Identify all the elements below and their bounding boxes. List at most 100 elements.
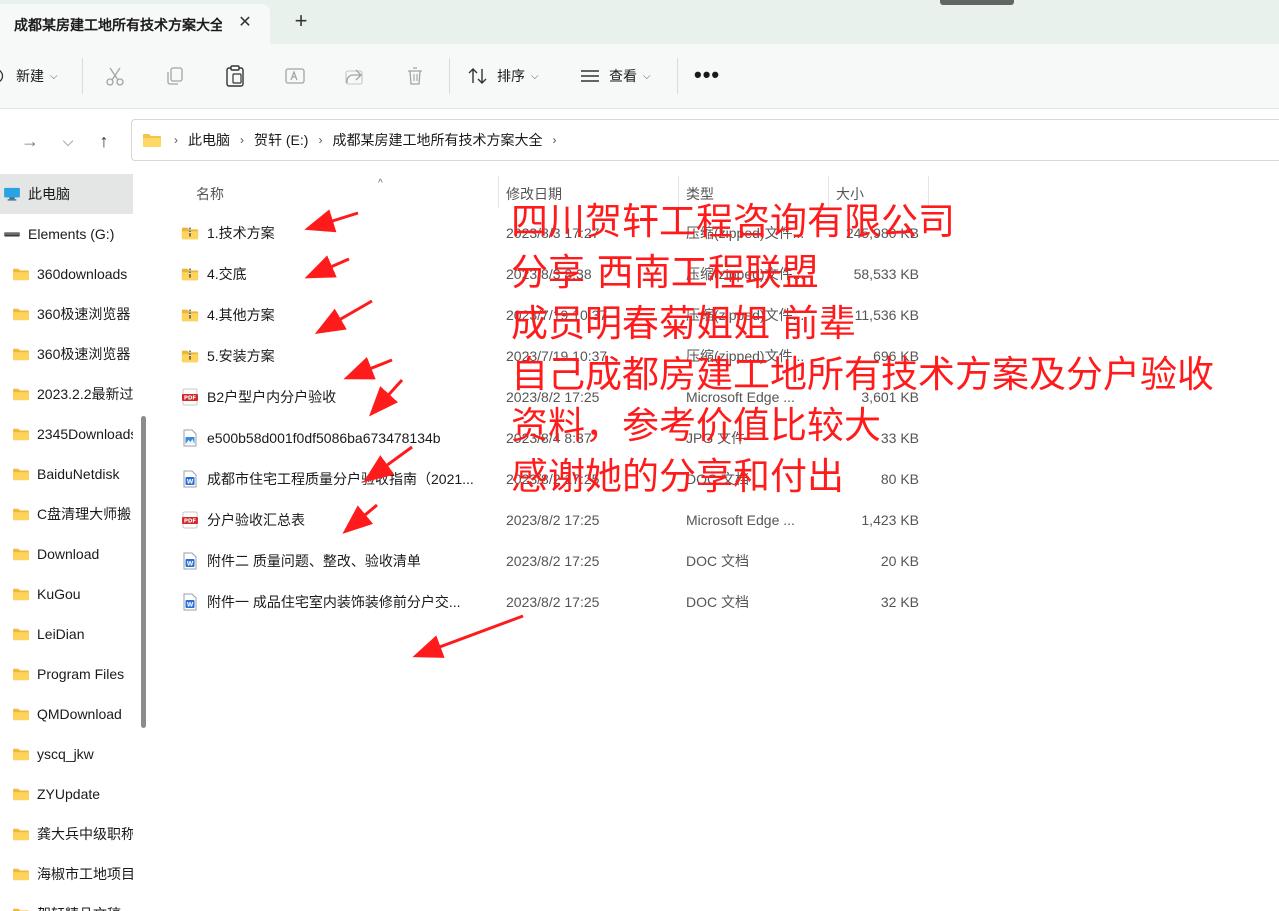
file-row[interactable]: W 附件二 质量问题、整改、验收清单 2023/8/2 17:25 DOC 文档 20 … xyxy=(155,540,1279,581)
new-tab-icon[interactable]: + xyxy=(290,10,312,32)
folder-icon xyxy=(13,268,29,281)
sidebar-item-label: 贺轩精品文稿 xyxy=(37,904,121,911)
divider xyxy=(677,58,678,94)
sort-button[interactable]: 排序 ⌵ xyxy=(467,65,539,87)
paste-button[interactable] xyxy=(224,64,246,88)
new-button[interactable]: 新建 ⌵ xyxy=(0,66,58,86)
file-row[interactable]: 5.安装方案 2023/7/19 10:37 压缩(zipped)文件... 696 … xyxy=(155,335,1279,376)
svg-text:W: W xyxy=(187,560,194,567)
sidebar-item-label: ZYUpdate xyxy=(37,786,101,802)
pdf-icon: PDF xyxy=(182,388,198,405)
sidebar-item[interactable]: 龚大兵中级职称 xyxy=(0,814,133,854)
file-name: 4.交底 xyxy=(207,265,247,282)
file-name-cell[interactable]: 5.安装方案 xyxy=(181,335,493,376)
sidebar-item-label: 360极速浏览器 xyxy=(37,346,131,362)
file-name-cell[interactable]: 4.交底 xyxy=(181,253,493,294)
cut-button[interactable] xyxy=(104,65,126,87)
folder-icon xyxy=(13,668,29,681)
file-date: 2023/8/2 17:25 xyxy=(506,470,600,487)
sidebar-scrollbar-thumb[interactable] xyxy=(141,416,146,728)
column-divider[interactable] xyxy=(498,176,499,208)
file-name-cell[interactable]: PDF B2户型户内分户验收 xyxy=(181,376,493,417)
file-row[interactable]: W 成都市住宅工程质量分户验收指南（2021... 2023/8/2 17:25 DO… xyxy=(155,458,1279,499)
file-size: 245,980 KB xyxy=(845,224,919,241)
sidebar-item[interactable]: BaiduNetdisk xyxy=(0,454,133,494)
column-header-size[interactable]: 大小 xyxy=(836,180,926,208)
view-button[interactable]: 查看 ⌵ xyxy=(579,65,651,87)
breadcrumb-this-pc[interactable]: 此电脑 xyxy=(188,130,230,150)
breadcrumb-drive-e[interactable]: 贺轩 (E:) xyxy=(254,130,308,150)
file-row[interactable]: 4.其他方案 2023/7/19 10:37 压缩(zipped)文件... 11,5… xyxy=(155,294,1279,335)
sidebar-item[interactable]: 2023.2.2最新过 xyxy=(0,374,133,414)
sidebar-item[interactable]: C盘清理大师搬 xyxy=(0,494,133,534)
recent-locations-chevron-icon[interactable]: ⌵ xyxy=(57,130,79,152)
column-header-name[interactable]: 名称 ^ xyxy=(196,178,496,208)
file-row[interactable]: 1.技术方案 2023/8/3 17:27 压缩(zipped)文件... 245,9… xyxy=(155,212,1279,253)
breadcrumb-separator[interactable]: › xyxy=(240,133,244,147)
file-name-cell[interactable]: W 成都市住宅工程质量分户验收指南（2021... xyxy=(181,458,493,499)
sidebar-item[interactable]: 贺轩精品文稿 xyxy=(0,894,133,911)
copy-button[interactable] xyxy=(164,65,186,87)
computer-icon xyxy=(4,187,20,201)
file-name: 分户验收汇总表 xyxy=(207,511,305,528)
forward-arrow-icon[interactable]: → xyxy=(19,130,41,152)
breadcrumb-separator[interactable]: › xyxy=(318,133,322,147)
file-name-cell[interactable]: W 附件二 质量问题、整改、验收清单 xyxy=(181,540,493,581)
tab-current-folder[interactable]: 成都某房建工地所有技术方案大全 ✕ xyxy=(0,4,270,44)
trash-icon xyxy=(408,67,422,85)
sidebar-item[interactable]: 海椒市工地项目 xyxy=(0,854,133,894)
sidebar-item[interactable]: Elements (G:) xyxy=(0,214,133,254)
column-header-type[interactable]: 类型 xyxy=(686,180,826,208)
column-divider[interactable] xyxy=(678,176,679,208)
file-size: 20 KB xyxy=(880,552,919,569)
file-row[interactable]: e500b58d001f0df5086ba673478134b 2023/8/4 … xyxy=(155,417,1279,458)
sidebar-item[interactable]: 2345Downloads xyxy=(0,414,133,454)
sidebar-item[interactable]: 360极速浏览器 xyxy=(0,334,133,374)
breadcrumb-current-folder[interactable]: 成都某房建工地所有技术方案大全 xyxy=(332,130,542,150)
address-bar[interactable]: › 此电脑 › 贺轩 (E:) › 成都某房建工地所有技术方案大全 › xyxy=(131,119,1279,161)
file-row[interactable]: W 附件一 成品住宅室内装饰装修前分户交... 2023/8/2 17:25 DOC … xyxy=(155,581,1279,622)
navigation-row: → ⌵ ↑ › 此电脑 › 贺轩 (E:) › 成都某房建工地所有技术方案大全 … xyxy=(0,110,1279,172)
file-name-cell[interactable]: e500b58d001f0df5086ba673478134b xyxy=(181,417,493,458)
sidebar-item[interactable]: 360极速浏览器 xyxy=(0,294,133,334)
sidebar-item[interactable]: QMDownload xyxy=(0,694,133,734)
file-name-cell[interactable]: 1.技术方案 xyxy=(181,212,493,253)
file-date: 2023/8/3 8:38 xyxy=(506,265,592,282)
folder-icon xyxy=(13,508,29,521)
share-button[interactable] xyxy=(344,65,366,87)
breadcrumb-separator[interactable]: › xyxy=(552,133,556,147)
folder-icon xyxy=(13,868,29,881)
file-row[interactable]: PDF B2户型户内分户验收 2023/8/2 17:25 Microsoft Edg… xyxy=(155,376,1279,417)
file-name-cell[interactable]: 4.其他方案 xyxy=(181,294,493,335)
column-divider[interactable] xyxy=(828,176,829,208)
sidebar-item[interactable]: LeiDian xyxy=(0,614,133,654)
delete-button[interactable] xyxy=(404,65,426,87)
sidebar-item-label: 海椒市工地项目 xyxy=(37,866,133,882)
sidebar-item[interactable]: Download xyxy=(0,534,133,574)
sidebar-item[interactable]: KuGou xyxy=(0,574,133,614)
folder-icon xyxy=(13,348,29,361)
file-name-cell[interactable]: PDF 分户验收汇总表 xyxy=(181,499,493,540)
column-type-label: 类型 xyxy=(686,186,714,202)
close-tab-icon[interactable]: ✕ xyxy=(234,12,256,34)
sidebar-item[interactable]: ZYUpdate xyxy=(0,774,133,814)
rename-button[interactable] xyxy=(284,65,306,87)
sidebar-item[interactable]: Program Files xyxy=(0,654,133,694)
up-arrow-icon[interactable]: ↑ xyxy=(93,130,115,152)
file-row[interactable]: 4.交底 2023/8/3 8:38 压缩(zipped)文件... 58,533 K… xyxy=(155,253,1279,294)
sidebar-item[interactable]: 此电脑 xyxy=(0,174,133,214)
column-divider[interactable] xyxy=(928,176,929,208)
breadcrumb-separator[interactable]: › xyxy=(174,133,178,147)
chevron-down-icon: ⌵ xyxy=(50,70,58,82)
sidebar-item[interactable]: 360downloads xyxy=(0,254,133,294)
file-date: 2023/8/4 8:37 xyxy=(506,429,592,446)
tab-bar: 成都某房建工地所有技术方案大全 ✕ + xyxy=(0,0,1279,44)
zip-folder-icon xyxy=(181,350,199,362)
folder-icon xyxy=(13,908,29,911)
more-options-icon[interactable]: ••• xyxy=(694,62,720,88)
file-name-cell[interactable]: W 附件一 成品住宅室内装饰装修前分户交... xyxy=(181,581,493,622)
column-header-date[interactable]: 修改日期 xyxy=(506,180,676,208)
word-icon: W xyxy=(183,593,197,610)
file-row[interactable]: PDF 分户验收汇总表 2023/8/2 17:25 Microsoft Edge .… xyxy=(155,499,1279,540)
sidebar-item[interactable]: yscq_jkw xyxy=(0,734,133,774)
